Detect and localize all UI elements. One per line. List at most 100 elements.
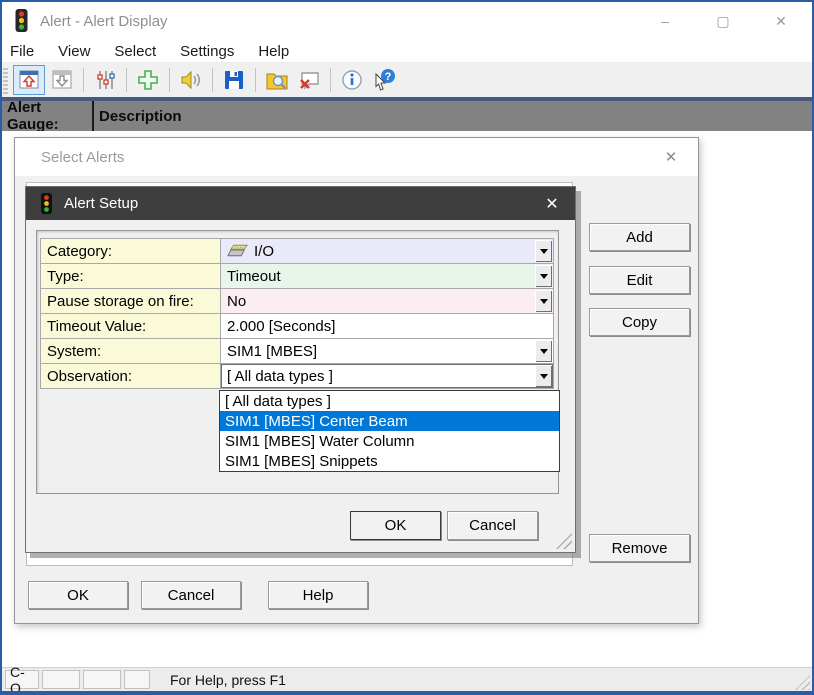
- menubar: File View Select Settings Help: [2, 40, 812, 63]
- select-alerts-titlebar: Select Alerts: [15, 138, 698, 176]
- dropdown-option[interactable]: SIM1 [MBES] Water Column: [220, 431, 559, 451]
- field-value[interactable]: SIM1 [MBES]: [221, 339, 553, 363]
- toolbar-about-button[interactable]: [337, 66, 367, 94]
- traffic-light-icon: [40, 193, 53, 215]
- plus-icon: [136, 68, 160, 92]
- alert-setup-cancel-button[interactable]: Cancel: [447, 511, 538, 540]
- traffic-light-icon: [14, 9, 29, 33]
- edit-button[interactable]: Edit: [589, 266, 690, 294]
- field-value[interactable]: No: [221, 289, 553, 313]
- select-alerts-ok-button[interactable]: OK: [28, 581, 128, 609]
- select-alerts-help-button[interactable]: Help: [268, 581, 368, 609]
- statusbar: C-O For Help, press F1: [2, 667, 812, 691]
- dropdown-button[interactable]: [535, 290, 552, 312]
- menu-file[interactable]: File: [2, 43, 46, 60]
- toolbar-gripper[interactable]: [3, 66, 8, 94]
- form-row: System: SIM1 [MBES]: [41, 339, 553, 364]
- close-icon: ✕: [665, 148, 678, 166]
- form-row: Timeout Value: 2.000 [Seconds]: [41, 314, 553, 339]
- dropdown-button[interactable]: [535, 365, 552, 387]
- field-value-text: SIM1 [MBES]: [227, 343, 317, 360]
- alert-display-window: Alert - Alert Display – ▢ ✕ File View Se…: [0, 0, 814, 695]
- status-pane: [124, 670, 150, 689]
- add-button[interactable]: Add: [589, 223, 690, 251]
- field-label: Observation:: [41, 364, 221, 388]
- field-value-text: I/O: [254, 243, 274, 260]
- dropdown-button[interactable]: [535, 340, 552, 362]
- toolbar-add-button[interactable]: [133, 66, 163, 94]
- select-alerts-close-button[interactable]: ✕: [654, 138, 688, 176]
- close-icon: ✕: [775, 13, 787, 30]
- field-label: Category:: [41, 239, 221, 263]
- resize-grip[interactable]: [556, 533, 572, 549]
- field-value[interactable]: I/O: [221, 239, 553, 263]
- column-alert-gauges: Alert Gauge:: [2, 99, 92, 133]
- chevron-down-icon: [540, 349, 548, 354]
- toolbar-review-button[interactable]: [262, 66, 292, 94]
- io-connector-icon: [227, 244, 248, 258]
- minimize-button[interactable]: –: [636, 2, 694, 40]
- column-description: Description: [94, 108, 182, 125]
- status-pane: [42, 670, 80, 689]
- form-row: Observation: [ All data types ]: [41, 364, 553, 388]
- alert-setup-ok-button[interactable]: OK: [350, 511, 441, 540]
- toolbar-window-up-button[interactable]: [13, 65, 45, 95]
- field-label: Pause storage on fire:: [41, 289, 221, 313]
- speaker-icon: [179, 68, 203, 92]
- observation-dropdown-list: [ All data types ] SIM1 [MBES] Center Be…: [219, 390, 560, 472]
- dropdown-option[interactable]: SIM1 [MBES] Snippets: [220, 451, 559, 471]
- window-down-icon: [50, 68, 74, 92]
- field-value-text: No: [227, 293, 246, 310]
- field-value-text: Timeout: [227, 268, 281, 285]
- toolbar-save-button[interactable]: [219, 66, 249, 94]
- status-message: For Help, press F1: [170, 672, 286, 688]
- field-label: System:: [41, 339, 221, 363]
- field-value[interactable]: 2.000 [Seconds]: [221, 314, 553, 338]
- select-alerts-cancel-button[interactable]: Cancel: [141, 581, 241, 609]
- window-title: Alert - Alert Display: [40, 13, 168, 30]
- toolbar-gauge-settings-button[interactable]: [90, 66, 120, 94]
- status-pane-co: C-O: [5, 670, 39, 689]
- dropdown-option[interactable]: [ All data types ]: [220, 391, 559, 411]
- menu-select[interactable]: Select: [102, 43, 168, 60]
- sliders-icon: [93, 68, 117, 92]
- field-value[interactable]: Timeout: [221, 264, 553, 288]
- svg-text:?: ?: [385, 71, 392, 83]
- dropdown-button[interactable]: [535, 240, 552, 262]
- menu-help[interactable]: Help: [246, 43, 301, 60]
- field-value-text: 2.000 [Seconds]: [227, 318, 335, 335]
- toolbar-sound-button[interactable]: [176, 66, 206, 94]
- toolbar-context-help-button[interactable]: ?: [369, 66, 399, 94]
- window-up-icon: [17, 68, 41, 92]
- field-value[interactable]: [ All data types ]: [221, 364, 553, 388]
- chevron-down-icon: [540, 374, 548, 379]
- toolbar-clear-messages-button[interactable]: [294, 66, 324, 94]
- menu-view[interactable]: View: [46, 43, 102, 60]
- info-icon: [340, 68, 364, 92]
- select-alerts-title: Select Alerts: [41, 149, 124, 166]
- field-label: Timeout Value:: [41, 314, 221, 338]
- alert-setup-titlebar: Alert Setup: [26, 187, 575, 220]
- save-icon: [222, 68, 246, 92]
- menu-settings[interactable]: Settings: [168, 43, 246, 60]
- titlebar: Alert - Alert Display – ▢ ✕: [2, 2, 812, 40]
- dropdown-option[interactable]: SIM1 [MBES] Center Beam: [220, 411, 559, 431]
- window-frame-bottom: [0, 691, 814, 695]
- field-value-text: [ All data types ]: [227, 368, 333, 385]
- toolbar: ?: [2, 63, 812, 97]
- chevron-down-icon: [540, 249, 548, 254]
- alert-setup-dialog: Alert Setup ✕ Category: I/O Type: [25, 186, 576, 553]
- dropdown-button[interactable]: [535, 265, 552, 287]
- copy-button[interactable]: Copy: [589, 308, 690, 336]
- toolbar-window-down-button[interactable]: [47, 66, 77, 94]
- close-button[interactable]: ✕: [752, 2, 810, 40]
- chevron-down-icon: [540, 274, 548, 279]
- toolbar-separator: [83, 68, 84, 92]
- statusbar-resize-grip[interactable]: [795, 675, 810, 690]
- alert-setup-close-button[interactable]: ✕: [535, 187, 569, 220]
- minimize-icon: –: [661, 13, 669, 29]
- status-pane: [83, 670, 121, 689]
- remove-button[interactable]: Remove: [589, 534, 690, 562]
- maximize-button[interactable]: ▢: [694, 2, 752, 40]
- select-alerts-dialog: Select Alerts ✕ Add Edit Copy Remove OK …: [14, 137, 699, 624]
